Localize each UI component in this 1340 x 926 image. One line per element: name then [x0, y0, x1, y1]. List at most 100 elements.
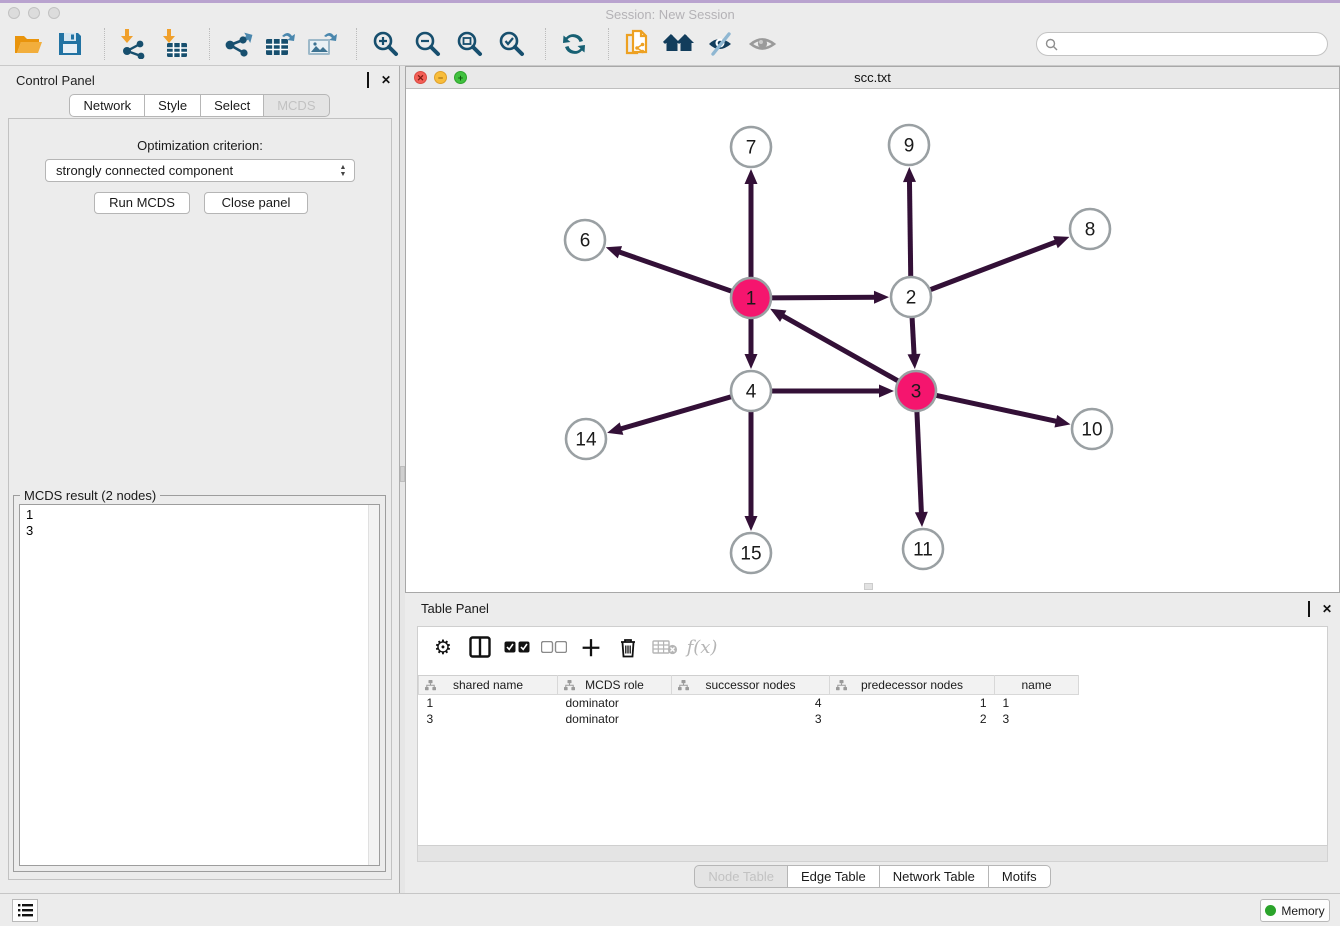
network-canvas[interactable]: 7968124314101511 [406, 89, 1339, 592]
zoom-selected-icon[interactable] [493, 27, 529, 61]
dropdown-stepper-icon: ▲▼ [336, 162, 350, 179]
network-window: ✕ − + scc.txt 7968124314101511 [405, 66, 1340, 593]
column-header-predecessor-nodes[interactable]: predecessor nodes [830, 676, 995, 695]
column-header-MCDS-role[interactable]: MCDS role [558, 676, 672, 695]
home-view-icon[interactable] [661, 27, 697, 61]
table-tab-edge-table[interactable]: Edge Table [787, 865, 880, 888]
add-column-icon[interactable]: ＋ [576, 632, 606, 662]
table-panel: Table Panel ✕ ⚙ ＋ f(x) shared n [405, 595, 1340, 893]
tab-mcds[interactable]: MCDS [263, 94, 329, 117]
edge-4-14[interactable] [619, 396, 734, 429]
export-network-icon[interactable] [220, 27, 256, 61]
export-table-icon[interactable] [262, 27, 298, 61]
mcds-result-text[interactable]: 1 3 [19, 504, 380, 866]
zoom-fit-icon[interactable] [451, 27, 487, 61]
table-toolbar: ⚙ ＋ f(x) [418, 627, 1327, 667]
edge-3-10[interactable] [934, 395, 1059, 422]
table-cell[interactable]: 3 [672, 711, 830, 727]
search-box[interactable] [1036, 32, 1328, 56]
delete-table-icon[interactable] [650, 632, 680, 662]
titlebar: Session: New Session [0, 3, 1340, 22]
network-window-title: scc.txt [406, 70, 1339, 85]
window-title: Session: New Session [0, 6, 1340, 23]
canvas-grow-handle[interactable] [864, 583, 873, 590]
table-cell[interactable]: 1 [995, 695, 1079, 711]
edge-3-11[interactable] [917, 409, 922, 515]
table-horizontal-scrollbar[interactable] [417, 846, 1328, 862]
table-tab-motifs[interactable]: Motifs [988, 865, 1051, 888]
edge-3-1[interactable] [781, 315, 901, 382]
column-header-successor-nodes[interactable]: successor nodes [672, 676, 830, 695]
arrowhead-icon [903, 167, 916, 182]
close-panel-icon[interactable]: ✕ [380, 74, 392, 86]
float-table-panel-icon[interactable] [1303, 603, 1315, 615]
table-panel-tabs: Node TableEdge TableNetwork TableMotifs [405, 865, 1340, 888]
import-table-icon[interactable] [157, 27, 193, 61]
column-selector-icon[interactable] [465, 632, 495, 662]
deselect-all-checks-icon[interactable] [539, 632, 569, 662]
table-cell[interactable]: 2 [830, 711, 995, 727]
table-tab-node-table[interactable]: Node Table [694, 865, 788, 888]
arrowhead-icon [1053, 236, 1069, 248]
column-header-name[interactable]: name [995, 676, 1079, 695]
save-session-icon[interactable] [52, 27, 88, 61]
select-all-checks-icon[interactable] [502, 632, 532, 662]
edge-2-9[interactable] [909, 179, 910, 279]
table-cell[interactable]: 3 [419, 711, 558, 727]
edge-1-2[interactable] [769, 297, 877, 298]
edge-2-3[interactable] [912, 315, 914, 357]
arrowhead-icon [915, 512, 928, 527]
edge-2-8[interactable] [928, 241, 1058, 291]
float-panel-icon[interactable] [362, 74, 374, 86]
export-image-icon[interactable] [304, 27, 340, 61]
tab-style[interactable]: Style [144, 94, 201, 117]
node-table-content: ⚙ ＋ f(x) shared nameMCDS rolesuccessor n… [417, 626, 1328, 846]
duplicate-network-icon[interactable] [619, 27, 655, 61]
graph-node-label: 8 [1085, 220, 1096, 241]
refresh-layout-icon[interactable] [556, 27, 592, 61]
close-panel-button[interactable]: Close panel [204, 192, 308, 214]
column-header-shared-name[interactable]: shared name [419, 676, 558, 695]
table-cell[interactable]: 1 [419, 695, 558, 711]
arrowhead-icon [745, 516, 758, 531]
table-cell[interactable]: 3 [995, 711, 1079, 727]
table-row[interactable]: 3dominator323 [419, 711, 1079, 727]
control-panel-tabs: NetworkStyleSelectMCDS [0, 94, 399, 117]
graph-node-label: 3 [911, 382, 922, 403]
zoom-in-icon[interactable] [367, 27, 403, 61]
search-icon [1045, 38, 1058, 51]
tab-select[interactable]: Select [200, 94, 264, 117]
table-cell[interactable]: dominator [558, 711, 672, 727]
table-cell[interactable]: 4 [672, 695, 830, 711]
edge-1-6[interactable] [617, 251, 734, 292]
graph-node-label: 9 [904, 136, 915, 157]
run-mcds-button[interactable]: Run MCDS [94, 192, 190, 214]
open-session-icon[interactable] [10, 27, 46, 61]
task-history-button[interactable] [12, 899, 38, 922]
table-row[interactable]: 1dominator411 [419, 695, 1079, 711]
hide-selected-eye-icon[interactable] [703, 27, 739, 61]
graph-node-label: 10 [1081, 420, 1102, 441]
import-network-icon[interactable] [115, 27, 151, 61]
zoom-out-icon[interactable] [409, 27, 445, 61]
network-window-titlebar: ✕ − + scc.txt [406, 67, 1339, 89]
criterion-dropdown[interactable]: strongly connected component ▲▼ [45, 159, 355, 182]
search-input[interactable] [1063, 37, 1327, 51]
close-table-panel-icon[interactable]: ✕ [1321, 603, 1333, 615]
table-tab-network-table[interactable]: Network Table [879, 865, 989, 888]
show-all-eye-icon[interactable] [745, 27, 781, 61]
toolbar-separator [545, 28, 546, 60]
tab-network[interactable]: Network [69, 94, 145, 117]
arrowhead-icon [607, 422, 623, 434]
delete-column-icon[interactable] [613, 632, 643, 662]
table-cell[interactable]: dominator [558, 695, 672, 711]
arrowhead-icon [879, 385, 894, 398]
node-table: shared nameMCDS rolesuccessor nodesprede… [418, 675, 1079, 727]
table-cell[interactable]: 1 [830, 695, 995, 711]
function-builder-icon[interactable]: f(x) [687, 632, 717, 662]
memory-button[interactable]: Memory [1260, 899, 1330, 922]
result-scrollbar[interactable] [368, 505, 379, 865]
graph-node-label: 6 [580, 231, 591, 252]
table-settings-icon[interactable]: ⚙ [428, 632, 458, 662]
mcds-result-title: MCDS result (2 nodes) [20, 488, 160, 503]
